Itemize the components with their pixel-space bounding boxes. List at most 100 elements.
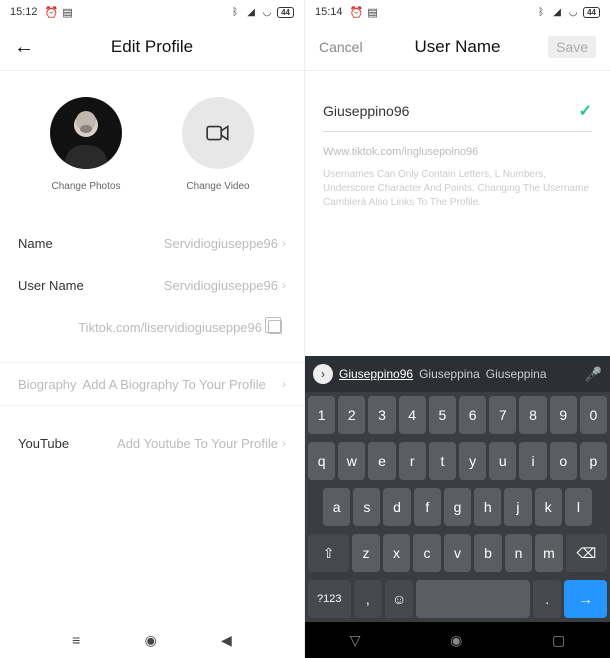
wifi-icon: ◡ [261, 6, 273, 18]
youtube-row[interactable]: YouTube Add Youtube To Your Profile › [0, 422, 304, 464]
keyboard-row-asdf: a s d f g h j k l [305, 484, 610, 530]
backspace-key[interactable]: ⌫ [566, 534, 607, 572]
suggestion[interactable]: Giuseppina [419, 367, 480, 381]
alarm-icon: ⏰ [351, 6, 363, 18]
status-bar: 15:14 ⏰ ▤ ᛒ ◢ ◡ 44 [305, 0, 610, 24]
suggestion[interactable]: Giuseppina [486, 367, 547, 381]
username-url: Www.tiktok.com/inglusepoino96 [323, 146, 592, 158]
calendar-icon: ▤ [62, 6, 74, 18]
key-3[interactable]: 3 [368, 396, 395, 434]
username-input[interactable]: Giuseppino96 [323, 103, 579, 119]
key-s[interactable]: s [353, 488, 380, 526]
signal-icon: ◢ [245, 6, 257, 18]
key-b[interactable]: b [474, 534, 502, 572]
emoji-key[interactable]: ☺ [385, 580, 413, 618]
page-title: User Name [415, 37, 501, 57]
chevron-right-icon: › [282, 436, 286, 450]
comma-key[interactable]: , [354, 580, 382, 618]
change-photo-label: Change Photos [52, 181, 121, 192]
back-button[interactable]: ← [14, 36, 34, 59]
header: ← Edit Profile [0, 24, 304, 70]
keyboard-row-numbers: 1 2 3 4 5 6 7 8 9 0 [305, 392, 610, 438]
suggestion-bar: › Giuseppino96 Giuseppina Giuseppina 🎤 [305, 356, 610, 392]
avatar [50, 97, 122, 169]
profile-url: Tiktok.com/liservidiogiuseppe96 [78, 320, 262, 335]
youtube-placeholder: Add Youtube To Your Profile [117, 436, 278, 451]
key-x[interactable]: x [383, 534, 411, 572]
key-d[interactable]: d [383, 488, 410, 526]
key-l[interactable]: l [565, 488, 592, 526]
key-k[interactable]: k [535, 488, 562, 526]
enter-key[interactable]: → [564, 580, 607, 618]
key-5[interactable]: 5 [429, 396, 456, 434]
key-p[interactable]: p [580, 442, 607, 480]
expand-icon[interactable]: › [313, 364, 333, 384]
key-n[interactable]: n [505, 534, 533, 572]
key-4[interactable]: 4 [399, 396, 426, 434]
key-h[interactable]: h [474, 488, 501, 526]
nav-menu-icon[interactable]: ≡ [72, 632, 80, 648]
name-value: Servidiogiuseppe96 [164, 236, 278, 251]
key-j[interactable]: j [504, 488, 531, 526]
key-0[interactable]: 0 [580, 396, 607, 434]
biography-row[interactable]: Biography Add A Biography To Your Profil… [0, 362, 304, 406]
cancel-button[interactable]: Cancel [319, 39, 363, 55]
header: Cancel User Name Save [305, 24, 610, 70]
symbols-key[interactable]: ?123 [308, 580, 351, 618]
shift-key[interactable]: ⇧ [308, 534, 349, 572]
key-9[interactable]: 9 [550, 396, 577, 434]
keyboard-row-bottom: ?123 , ☺ . → [305, 576, 610, 622]
clock: 15:12 [10, 6, 38, 18]
key-c[interactable]: c [413, 534, 441, 572]
key-m[interactable]: m [535, 534, 563, 572]
nav-home-icon[interactable]: ◉ [145, 632, 157, 649]
key-o[interactable]: o [550, 442, 577, 480]
name-label: Name [18, 236, 53, 251]
copy-icon[interactable] [268, 320, 282, 334]
alarm-icon: ⏰ [46, 6, 58, 18]
keyboard-row-zxcv: ⇧ z x c v b n m ⌫ [305, 530, 610, 576]
key-v[interactable]: v [444, 534, 472, 572]
key-y[interactable]: y [459, 442, 486, 480]
key-t[interactable]: t [429, 442, 456, 480]
nav-back-icon[interactable]: ▽ [350, 632, 361, 649]
save-button[interactable]: Save [548, 36, 596, 58]
nav-recent-icon[interactable]: ▢ [552, 632, 565, 649]
username-edit-screen: 15:14 ⏰ ▤ ᛒ ◢ ◡ 44 Cancel User Name Save… [305, 0, 610, 658]
space-key[interactable] [416, 580, 530, 618]
key-a[interactable]: a [323, 488, 350, 526]
chevron-right-icon: › [282, 377, 286, 391]
key-u[interactable]: u [489, 442, 516, 480]
username-row[interactable]: User Name Servidiogiuseppe96 › [18, 264, 286, 306]
key-g[interactable]: g [444, 488, 471, 526]
key-w[interactable]: w [338, 442, 365, 480]
key-i[interactable]: i [519, 442, 546, 480]
change-video-button[interactable]: Change Video [182, 97, 254, 192]
key-f[interactable]: f [414, 488, 441, 526]
battery-icon: 44 [583, 7, 600, 18]
key-7[interactable]: 7 [489, 396, 516, 434]
clock: 15:14 [315, 6, 343, 18]
biography-placeholder: Add A Biography To Your Profile [83, 377, 266, 392]
key-2[interactable]: 2 [338, 396, 365, 434]
keyboard-row-qwerty: q w e r t y u i o p [305, 438, 610, 484]
period-key[interactable]: . [533, 580, 561, 618]
key-1[interactable]: 1 [308, 396, 335, 434]
battery-icon: 44 [277, 7, 294, 18]
status-bar: 15:12 ⏰ ▤ ᛒ ◢ ◡ 44 [0, 0, 304, 24]
key-e[interactable]: e [368, 442, 395, 480]
key-8[interactable]: 8 [519, 396, 546, 434]
nav-home-icon[interactable]: ◉ [450, 632, 462, 649]
change-photo-button[interactable]: Change Photos [50, 97, 122, 192]
key-q[interactable]: q [308, 442, 335, 480]
key-r[interactable]: r [399, 442, 426, 480]
check-icon: ✓ [579, 101, 592, 121]
suggestion[interactable]: Giuseppino96 [339, 367, 413, 381]
nav-back-icon[interactable]: ◀ [221, 632, 232, 649]
key-6[interactable]: 6 [459, 396, 486, 434]
name-row[interactable]: Name Servidiogiuseppe96 › [18, 222, 286, 264]
android-nav-bar: ▽ ◉ ▢ [305, 622, 610, 658]
key-z[interactable]: z [352, 534, 380, 572]
mic-icon[interactable]: 🎤 [585, 366, 602, 383]
biography-label: Biography [18, 377, 77, 392]
